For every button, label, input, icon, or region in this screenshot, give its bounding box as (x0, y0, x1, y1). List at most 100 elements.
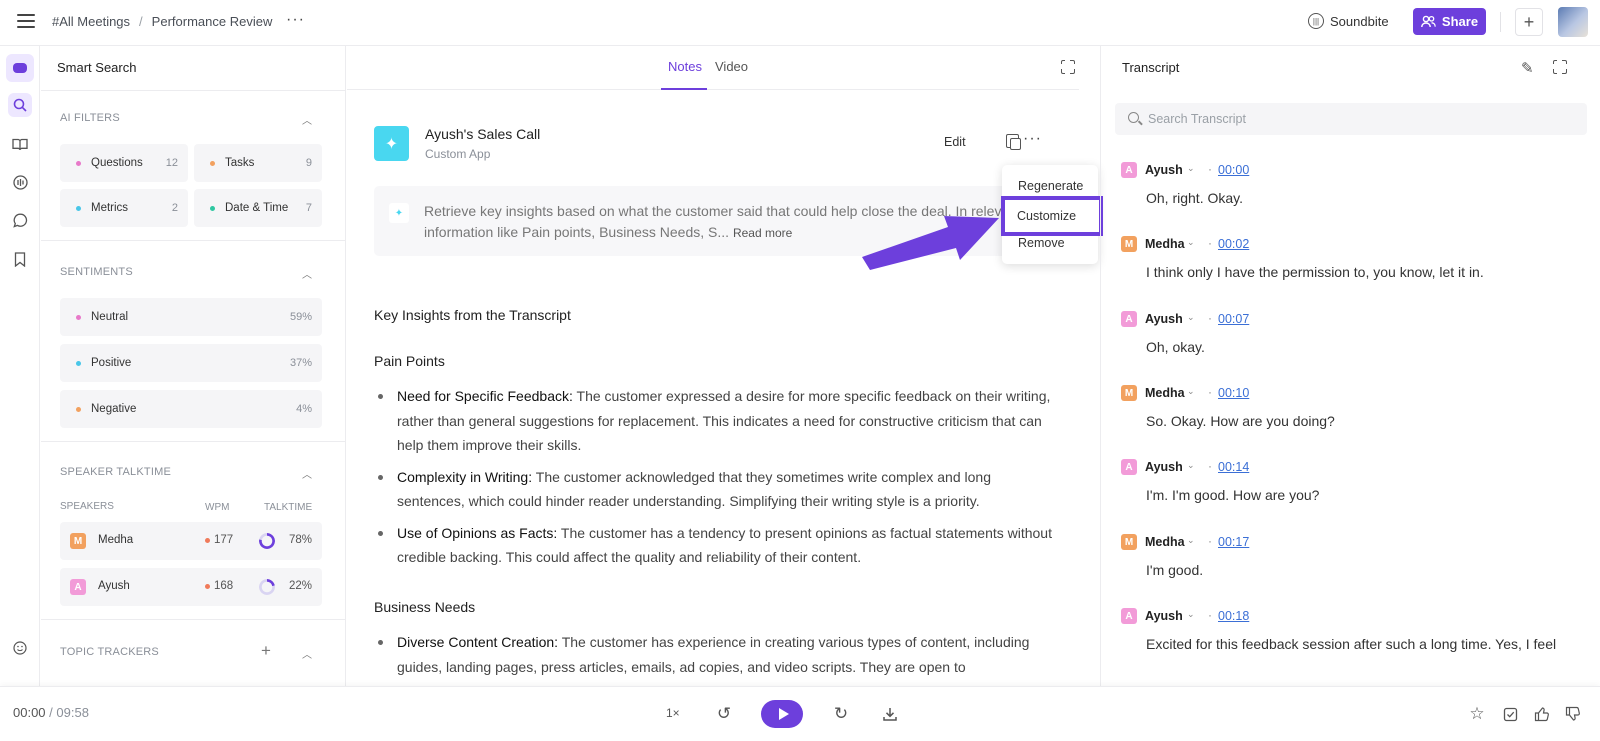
sentiment-chip[interactable]: Neutral 59% (60, 298, 322, 336)
thumbs-down-icon[interactable] (1563, 704, 1583, 724)
breadcrumb-all-meetings[interactable]: #All Meetings (52, 14, 130, 29)
divider (41, 619, 345, 620)
transcript-title: Transcript (1122, 60, 1180, 75)
bullet-list: Diverse Content Creation: The customer h… (374, 630, 1054, 686)
divider (41, 441, 345, 442)
timestamp-link[interactable]: 00:10 (1218, 386, 1249, 400)
utterance-text: So. Okay. How are you doing? (1146, 413, 1335, 429)
rewind-icon[interactable]: ↺ (714, 704, 734, 724)
speaker-name[interactable]: Medha (1145, 237, 1185, 251)
chevron-down-icon[interactable]: ⌄ (1187, 163, 1195, 174)
emoji-icon[interactable] (8, 636, 32, 660)
sentiment-label: Neutral (91, 311, 129, 323)
sentiment-label: Negative (91, 403, 137, 415)
sentiments-label: SENTIMENTS (60, 266, 133, 278)
talktime-column-header: TALKTIME (264, 502, 313, 513)
task-check-icon[interactable] (1500, 704, 1520, 724)
separator-dot: · (1208, 311, 1212, 325)
menu-item-customize-label: Customize (1017, 209, 1077, 223)
speaker-name[interactable]: Medha (1145, 386, 1185, 400)
add-tracker-icon[interactable]: + (261, 641, 271, 661)
chevron-up-icon[interactable]: ︿ (302, 266, 312, 281)
sparkle-icon: ✦ (374, 126, 409, 161)
utterance-text: I think only I have the permission to, y… (1146, 264, 1484, 280)
read-more-link[interactable]: Read more (733, 226, 792, 240)
fullscreen-icon[interactable] (1060, 59, 1075, 74)
chevron-down-icon[interactable]: ⌄ (1187, 237, 1195, 248)
menu-item-remove[interactable]: Remove (1018, 236, 1065, 250)
play-button[interactable] (761, 700, 803, 728)
speaker-row[interactable]: A Ayush 168 22% (60, 568, 322, 606)
time-separator: / (49, 705, 53, 720)
chevron-down-icon[interactable]: ⌄ (1187, 386, 1195, 397)
speaker-name: Medha (98, 534, 134, 546)
menu-item-regenerate[interactable]: Regenerate (1018, 179, 1083, 193)
chevron-down-icon[interactable]: ⌄ (1187, 460, 1195, 471)
soundbite-button[interactable]: ||| Soundbite (1308, 13, 1389, 29)
current-time: 00:00 (13, 705, 46, 720)
forward-icon[interactable]: ↻ (831, 704, 851, 724)
filter-chip[interactable]: Metrics 2 (60, 189, 188, 227)
soundbite-nav-icon[interactable] (8, 170, 32, 194)
share-button[interactable]: Share (1413, 8, 1486, 35)
timestamp-link[interactable]: 00:18 (1218, 609, 1249, 623)
speaker-name[interactable]: Ayush (1145, 163, 1183, 177)
filter-chip[interactable]: Tasks 9 (194, 144, 322, 182)
download-icon[interactable] (880, 704, 900, 724)
timestamp-link[interactable]: 00:14 (1218, 460, 1249, 474)
chevron-up-icon[interactable]: ︿ (302, 466, 312, 481)
playback-speed-button[interactable]: 1× (666, 706, 680, 720)
speakers-column-header: SPEAKERS (60, 501, 114, 512)
filter-chip[interactable]: Questions 12 (60, 144, 188, 182)
add-button[interactable]: + (1515, 8, 1543, 36)
fullscreen-icon[interactable] (1552, 59, 1567, 74)
speaker-name[interactable]: Ayush (1145, 312, 1183, 326)
bullet-lead: Use of Opinions as Facts: (397, 524, 558, 541)
edit-button[interactable]: Edit (944, 135, 966, 149)
copy-icon[interactable] (1006, 134, 1021, 150)
speaker-row[interactable]: M Medha 177 78% (60, 522, 322, 560)
edit-pencil-icon[interactable]: ✎ (1521, 59, 1534, 77)
soundbite-label: Soundbite (1330, 13, 1389, 29)
speaker-avatar: A (1121, 311, 1137, 327)
tab-notes[interactable]: Notes (668, 59, 702, 74)
bot-icon[interactable] (6, 54, 34, 82)
pointer-arrow-icon (862, 216, 999, 270)
search-icon[interactable] (8, 93, 32, 117)
top-bar: #All Meetings / Performance Review ··· |… (0, 0, 1600, 46)
timestamp-link[interactable]: 00:17 (1218, 535, 1249, 549)
sentiment-chip[interactable]: Positive 37% (60, 344, 322, 382)
transcript-search-input[interactable] (1148, 109, 1568, 129)
speaker-avatar: M (70, 533, 86, 549)
thumbs-up-icon[interactable] (1532, 704, 1552, 724)
tab-video[interactable]: Video (715, 59, 748, 74)
speaker-name[interactable]: Ayush (1145, 460, 1183, 474)
menu-icon[interactable] (17, 14, 35, 28)
bullet-lead: Diverse Content Creation: (397, 634, 559, 650)
chevron-down-icon[interactable]: ⌄ (1187, 609, 1195, 620)
filter-chip[interactable]: Date & Time 7 (194, 189, 322, 227)
timestamp-link[interactable]: 00:07 (1218, 312, 1249, 326)
chevron-up-icon[interactable]: ︿ (302, 112, 312, 127)
comment-icon[interactable] (8, 208, 32, 232)
more-options-icon[interactable]: ··· (286, 11, 305, 29)
book-icon[interactable] (8, 132, 32, 156)
sentiment-dot (76, 314, 81, 320)
divider (41, 90, 345, 91)
bookmark-icon[interactable] (8, 247, 32, 271)
more-options-icon[interactable]: ··· (1023, 130, 1042, 148)
speaker-name[interactable]: Ayush (1145, 609, 1183, 623)
chevron-up-icon[interactable]: ︿ (302, 646, 312, 661)
timestamp-link[interactable]: 00:00 (1218, 163, 1249, 177)
sentiment-chip[interactable]: Negative 4% (60, 390, 322, 428)
chevron-down-icon[interactable]: ⌄ (1187, 312, 1195, 323)
filter-label: Metrics (91, 202, 129, 214)
notes-panel: Notes Video ✦ Ayush's Sales Call Custom … (347, 46, 1079, 686)
speaker-name[interactable]: Medha (1145, 535, 1185, 549)
chevron-down-icon[interactable]: ⌄ (1187, 535, 1195, 546)
star-icon[interactable]: ☆ (1467, 704, 1487, 724)
user-avatar[interactable] (1558, 7, 1588, 37)
menu-item-customize[interactable]: Customize (1001, 196, 1103, 236)
transcript-panel: Transcript ✎ A Ayush ⌄ · 00:00 Oh, right. Oka… (1100, 46, 1600, 686)
timestamp-link[interactable]: 00:02 (1218, 237, 1249, 251)
